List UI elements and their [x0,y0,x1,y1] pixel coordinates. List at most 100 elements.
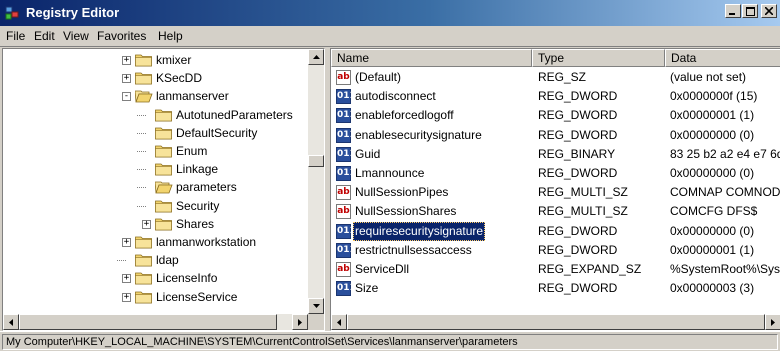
scroll-right-button[interactable] [292,314,308,330]
tree-node-label: LicenseService [156,289,238,304]
tree-horizontal-scrollbar[interactable] [3,314,308,330]
value-icon-glyph: 011 [337,91,356,102]
tree-node-label: ldap [156,253,179,268]
value-row[interactable]: 011 Guid REG_BINARY 83 25 b2 a2 e4 e7 6d [331,145,780,164]
value-type: REG_EXPAND_SZ [538,262,642,276]
value-row[interactable]: 011 enableforcedlogoff REG_DWORD 0x00000001… [331,106,780,125]
value-data: 0x00000000 (0) [670,166,755,180]
tree-node-label: lanmanserver [156,89,229,104]
value-list-pane[interactable]: Name Type Data ab (Default) REG_SZ (value n… [330,48,780,331]
value-name: Lmannounce [355,166,425,180]
scroll-up-button[interactable] [308,49,324,65]
close-button[interactable] [761,4,777,18]
expand-icon[interactable]: + [122,292,131,302]
value-name: NullSessionPipes [355,185,449,200]
scroll-thumb-horizontal[interactable] [347,314,765,330]
maximize-icon [745,6,755,16]
column-header-type[interactable]: Type [532,49,665,67]
value-row[interactable]: 011 Lmannounce REG_DWORD 0x00000000 (0) [331,164,780,183]
value-name: (Default) [355,70,402,84]
tree-node[interactable]: + LicenseService [3,288,303,306]
tree-node[interactable]: Security [3,197,303,215]
tree-node[interactable]: + Shares [3,215,303,233]
value-icon-glyph: ab [337,72,350,82]
expand-icon[interactable]: + [122,74,131,84]
value-icon-glyph: 011 [337,283,356,294]
binary-value-icon: 011 [336,108,356,124]
tree-vertical-scrollbar[interactable] [308,49,324,314]
expand-icon[interactable]: + [122,238,131,247]
value-name: requiresecuritysignature [353,221,486,241]
minimize-button[interactable] [725,4,741,18]
open-folder-icon [135,90,153,103]
collapse-icon[interactable]: - [122,92,131,102]
maximize-button[interactable] [742,4,758,18]
scroll-thumb[interactable] [308,155,324,167]
tree-node[interactable]: - lanmanserver [3,87,303,105]
string-value-icon: ab [336,262,351,277]
arrow-right-icon [771,318,775,326]
title-bar[interactable]: Registry Editor [0,0,780,26]
value-type: REG_DWORD [538,166,618,180]
value-row[interactable]: 011 autodisconnect REG_DWORD 0x0000000f (15… [331,87,780,106]
tree-node[interactable]: + kmixer [3,51,303,69]
expand-icon[interactable]: + [122,56,131,65]
tree-connector [137,114,146,116]
menu-view[interactable]: View [63,29,89,43]
value-row[interactable]: ab NullSessionShares REG_MULTI_SZ COMCFG DF… [331,202,780,221]
value-name: restrictnullsessaccess [355,242,472,257]
tree-node-label: Shares [176,216,215,231]
tree-node[interactable]: parameters [3,178,303,196]
expand-icon[interactable]: + [122,274,131,284]
value-type: REG_MULTI_SZ [538,185,628,200]
status-bar: My Computer\HKEY_LOCAL_MACHINE\SYSTEM\Cu… [0,331,780,351]
tree-node[interactable]: Linkage [3,160,303,178]
key-tree-pane[interactable]: + kmixer + KSecDD - lanmanserver AutotunedPara… [2,48,325,331]
expand-icon[interactable]: + [142,219,151,229]
window-title: Registry Editor [26,5,120,20]
scroll-left-button[interactable] [3,314,19,330]
tree-node[interactable]: DefaultSecurity [3,124,303,142]
value-data: 0x00000000 (0) [670,223,755,238]
scroll-left-button[interactable] [331,314,347,330]
menu-edit[interactable]: Edit [34,29,55,43]
binary-value-icon: 011 [336,89,356,105]
scroll-down-button[interactable] [308,298,324,314]
value-icon-glyph: 011 [337,244,356,255]
column-header-data[interactable]: Data [665,49,780,67]
value-data: (value not set) [670,70,747,84]
column-header-name[interactable]: Name [331,49,532,67]
menu-help[interactable]: Help [158,29,183,43]
tree-node[interactable]: Enum [3,142,303,160]
value-row[interactable]: ab NullSessionPipes REG_MULTI_SZ COMNAP COM… [331,183,780,202]
value-row[interactable]: 011 requiresecuritysignature REG_DWORD 0x00… [331,221,780,241]
value-row[interactable]: ab ServiceDll REG_EXPAND_SZ %SystemRoot%\Sy… [331,260,780,279]
folder-icon [155,127,172,140]
value-row[interactable]: 011 enablesecuritysignature REG_DWORD 0x000… [331,126,780,145]
scroll-thumb-horizontal[interactable] [19,314,277,330]
list-horizontal-scrollbar[interactable] [331,314,780,330]
tree-node[interactable]: + LicenseInfo [3,269,303,287]
value-row[interactable]: ab (Default) REG_SZ (value not set) [331,68,780,87]
value-row[interactable]: 011 Size REG_DWORD 0x00000003 (3) [331,279,780,298]
arrow-right-icon [298,318,302,326]
value-data: 0x00000001 (1) [670,108,755,123]
menu-favorites[interactable]: Favorites [97,29,146,43]
menu-file[interactable]: File [6,29,25,43]
tree-node-label: Enum [176,144,208,158]
tree-node[interactable]: AutotunedParameters [3,106,303,124]
folder-icon [155,109,172,121]
scroll-right-button[interactable] [765,314,780,330]
folder-icon [155,218,172,231]
tree-node-label: Linkage [176,162,219,177]
folder-icon [135,236,152,249]
value-row[interactable]: 011 restrictnullsessaccess REG_DWORD 0x0000… [331,241,780,260]
tree-node[interactable]: + lanmanworkstation [3,233,303,251]
tree-node[interactable]: ldap [3,251,303,269]
string-value-icon: ab [336,70,351,85]
tree-node[interactable]: + KSecDD [3,69,303,87]
value-name: Size [355,281,379,296]
value-data: %SystemRoot%\Sys [670,262,780,276]
tree-connector [117,260,126,262]
value-type: REG_DWORD [538,127,618,142]
